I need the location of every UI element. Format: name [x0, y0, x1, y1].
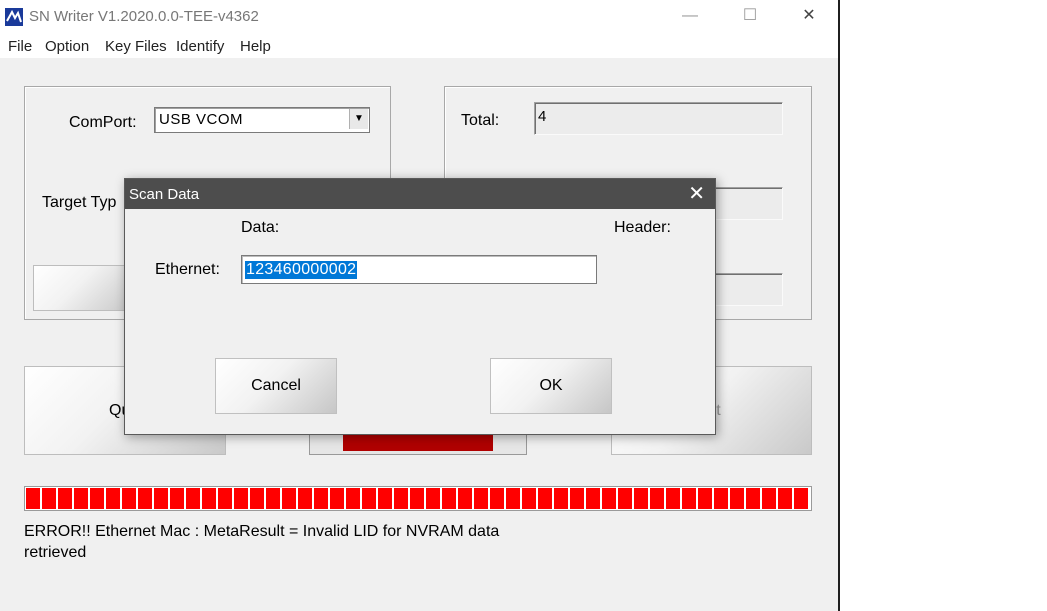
menu-identify[interactable]: Identify	[176, 38, 224, 55]
title-bar: SN Writer V1.2020.0.0-TEE-v4362 — ☐ ✕	[0, 0, 838, 34]
menu-file[interactable]: File	[8, 38, 32, 55]
pass-field	[714, 187, 783, 220]
close-button[interactable]: ✕	[799, 6, 819, 26]
maximize-button[interactable]: ☐	[740, 6, 760, 26]
comport-label: ComPort:	[69, 114, 137, 131]
progress-bar	[24, 486, 812, 511]
menu-option[interactable]: Option	[45, 38, 89, 55]
system-config-button[interactable]	[33, 265, 130, 311]
menu-help[interactable]: Help	[240, 38, 271, 55]
target-type-label: Target Typ	[42, 194, 117, 211]
ethernet-input[interactable]: 123460000002	[241, 255, 597, 284]
ok-button[interactable]: OK	[490, 358, 612, 414]
progress-fill	[26, 488, 810, 509]
comport-value: USB VCOM	[159, 111, 244, 128]
fail-field	[714, 273, 783, 306]
window-title: SN Writer V1.2020.0.0-TEE-v4362	[29, 8, 259, 25]
menu-key-files[interactable]: Key Files	[105, 38, 167, 55]
ethernet-value: 123460000002	[245, 261, 358, 279]
data-column-header: Data:	[241, 219, 280, 236]
dialog-title-bar: Scan Data ✕	[125, 179, 715, 209]
cancel-button[interactable]: Cancel	[215, 358, 337, 414]
comport-select[interactable]: USB VCOM ▼	[154, 107, 370, 133]
scan-data-dialog: Scan Data ✕ Data: Header: Ethernet: 1234…	[124, 178, 716, 435]
menu-bar: File Option Key Files Identify Help	[0, 34, 838, 58]
header-column-header: Header:	[614, 219, 671, 236]
total-value: 4	[538, 108, 547, 125]
dialog-title: Scan Data	[129, 186, 200, 203]
ethernet-label: Ethernet:	[155, 261, 220, 278]
dialog-close-icon[interactable]: ✕	[688, 182, 705, 206]
minimize-button[interactable]: —	[680, 6, 700, 26]
total-field: 4	[534, 102, 783, 135]
chevron-down-icon[interactable]: ▼	[349, 109, 368, 129]
status-message: ERROR!! Ethernet Mac : MetaResult = Inva…	[24, 523, 500, 561]
total-label: Total:	[461, 112, 500, 129]
app-icon	[5, 8, 23, 26]
